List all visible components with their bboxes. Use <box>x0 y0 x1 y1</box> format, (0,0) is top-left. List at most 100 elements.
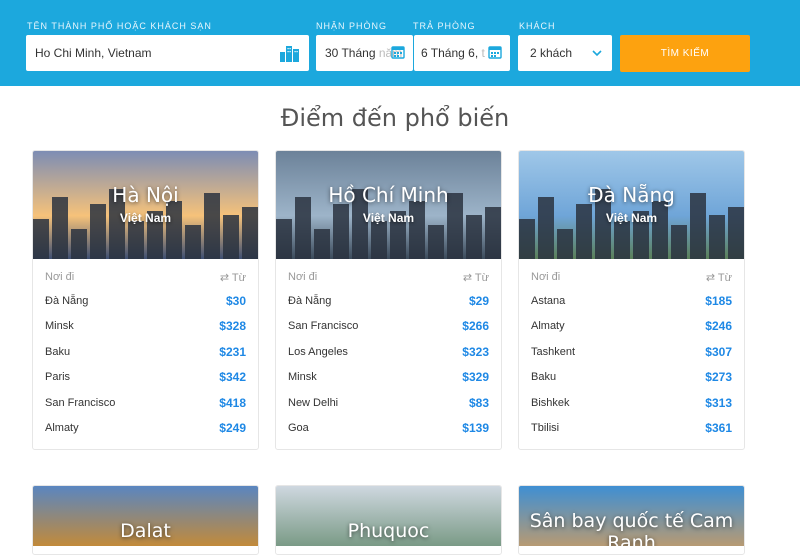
route-origin: Minsk <box>288 371 317 384</box>
checkin-input[interactable]: 30 Tháng năm <box>316 35 413 71</box>
destination-card[interactable]: Dalat <box>32 485 259 555</box>
country-name: Việt Nam <box>605 211 658 225</box>
guests-value: 2 khách <box>530 46 573 60</box>
city-photo: Hà Nội Việt Nam <box>33 151 258 259</box>
route-origin: Đà Nẵng <box>288 294 332 307</box>
price-header: ⇄ Từ <box>219 272 246 284</box>
country-name: Việt Nam <box>119 211 172 225</box>
city-name: Đà Nẵng <box>588 183 675 207</box>
city-name: Phuquoc <box>347 520 430 542</box>
route-row[interactable]: Tashkent $307 <box>531 339 732 365</box>
route-price[interactable]: $361 <box>705 421 732 435</box>
destination-card[interactable]: Hà Nội Việt Nam Nơi đi ⇄ Từ Đà Nẵng $30 M… <box>32 150 259 450</box>
route-price[interactable]: $266 <box>462 319 489 333</box>
calendar-icon <box>391 46 405 59</box>
card-header-row: Nơi đi ⇄ Từ <box>276 271 501 284</box>
route-row[interactable]: Đà Nẵng $30 <box>45 288 246 314</box>
destination-input[interactable]: Ho Chi Minh, Vietnam <box>26 35 309 71</box>
city-name: Hà Nội <box>112 183 179 207</box>
route-origin: Baku <box>45 345 71 358</box>
checkout-input[interactable]: 6 Tháng 6, t <box>414 35 510 71</box>
route-row[interactable]: Los Angeles $323 <box>288 339 489 365</box>
route-row[interactable]: San Francisco $266 <box>288 314 489 340</box>
checkout-faded: t <box>481 46 485 60</box>
route-row[interactable]: Astana $185 <box>531 288 732 314</box>
city-photo: Sân bay quốc tế Cam Ranh <box>519 486 744 546</box>
route-row[interactable]: Minsk $328 <box>45 314 246 340</box>
route-price[interactable]: $246 <box>705 319 732 333</box>
route-price[interactable]: $83 <box>469 396 489 410</box>
card-header-row: Nơi đi ⇄ Từ <box>33 271 258 284</box>
search-button[interactable]: TÌM KIẾM <box>620 35 750 72</box>
card-header-row: Nơi đi ⇄ Từ <box>519 271 744 284</box>
route-row[interactable]: New Delhi $83 <box>288 390 489 416</box>
origin-header: Nơi đi <box>288 271 318 283</box>
route-row[interactable]: Đà Nẵng $29 <box>288 288 489 314</box>
route-price[interactable]: $231 <box>219 345 246 359</box>
route-origin: Đà Nẵng <box>45 294 89 307</box>
route-row[interactable]: Tbilisi $361 <box>531 416 732 442</box>
route-price[interactable]: $313 <box>705 396 732 410</box>
route-origin: Goa <box>288 422 309 435</box>
city-photo: Đà Nẵng Việt Nam <box>519 151 744 259</box>
origin-header: Nơi đi <box>45 271 75 283</box>
city-photo: Dalat <box>33 486 258 546</box>
route-row[interactable]: Almaty $249 <box>45 416 246 442</box>
route-row[interactable]: Baku $231 <box>45 339 246 365</box>
route-origin: Minsk <box>45 320 74 333</box>
route-row[interactable]: Baku $273 <box>531 365 732 391</box>
route-origin: San Francisco <box>45 396 116 409</box>
route-price[interactable]: $342 <box>219 370 246 384</box>
checkin-label: NHẬN PHÒNG <box>316 21 388 31</box>
checkin-value: 30 Tháng <box>325 46 376 60</box>
route-row[interactable]: Bishkek $313 <box>531 390 732 416</box>
route-price[interactable]: $273 <box>705 370 732 384</box>
route-price[interactable]: $29 <box>469 294 489 308</box>
price-header: ⇄ Từ <box>462 272 489 284</box>
destination-label: TÊN THÀNH PHỐ HOẶC KHÁCH SẠN <box>27 21 212 31</box>
origin-header: Nơi đi <box>531 271 561 283</box>
route-price[interactable]: $249 <box>219 421 246 435</box>
route-origin: Tbilisi <box>531 422 560 435</box>
route-row[interactable]: Goa $139 <box>288 416 489 442</box>
hotel-buildings-icon <box>280 46 299 62</box>
destination-card[interactable]: Sân bay quốc tế Cam Ranh <box>518 485 745 555</box>
city-photo: Phuquoc <box>276 486 501 546</box>
city-name: Hồ Chí Minh <box>328 183 449 207</box>
checkout-value: 6 Tháng 6, <box>421 46 479 60</box>
chevron-down-icon <box>592 50 602 57</box>
guests-select[interactable]: 2 khách <box>518 35 612 71</box>
city-name: Sân bay quốc tế Cam Ranh <box>529 510 734 546</box>
route-origin: San Francisco <box>288 320 359 333</box>
route-origin: Tashkent <box>531 345 576 358</box>
destination-card[interactable]: Hồ Chí Minh Việt Nam Nơi đi ⇄ Từ Đà Nẵng… <box>275 150 502 450</box>
search-bar: TÊN THÀNH PHỐ HOẶC KHÁCH SẠN NHẬN PHÒNG … <box>0 0 800 86</box>
price-header: ⇄ Từ <box>705 272 732 284</box>
checkout-label: TRẢ PHÒNG <box>413 21 476 31</box>
calendar-icon <box>488 46 502 59</box>
route-row[interactable]: San Francisco $418 <box>45 390 246 416</box>
route-origin: New Delhi <box>288 396 339 409</box>
route-origin: Paris <box>45 371 71 384</box>
country-name: Việt Nam <box>362 211 415 225</box>
route-origin: Astana <box>531 294 566 307</box>
route-price[interactable]: $307 <box>705 345 732 359</box>
city-photo: Hồ Chí Minh Việt Nam <box>276 151 501 259</box>
route-price[interactable]: $328 <box>219 319 246 333</box>
route-price[interactable]: $139 <box>462 421 489 435</box>
section-title: Điểm đến phổ biến <box>280 104 510 132</box>
route-origin: Baku <box>531 371 557 384</box>
destination-value: Ho Chi Minh, Vietnam <box>35 46 152 60</box>
route-row[interactable]: Paris $342 <box>45 365 246 391</box>
route-price[interactable]: $329 <box>462 370 489 384</box>
route-price[interactable]: $185 <box>705 294 732 308</box>
destination-card[interactable]: Phuquoc <box>275 485 502 555</box>
route-origin: Los Angeles <box>288 345 348 358</box>
route-price[interactable]: $418 <box>219 396 246 410</box>
route-price[interactable]: $323 <box>462 345 489 359</box>
route-row[interactable]: Almaty $246 <box>531 314 732 340</box>
route-row[interactable]: Minsk $329 <box>288 365 489 391</box>
route-price[interactable]: $30 <box>226 294 246 308</box>
destination-card[interactable]: Đà Nẵng Việt Nam Nơi đi ⇄ Từ Astana $185… <box>518 150 745 450</box>
guests-label: KHÁCH <box>519 21 556 31</box>
